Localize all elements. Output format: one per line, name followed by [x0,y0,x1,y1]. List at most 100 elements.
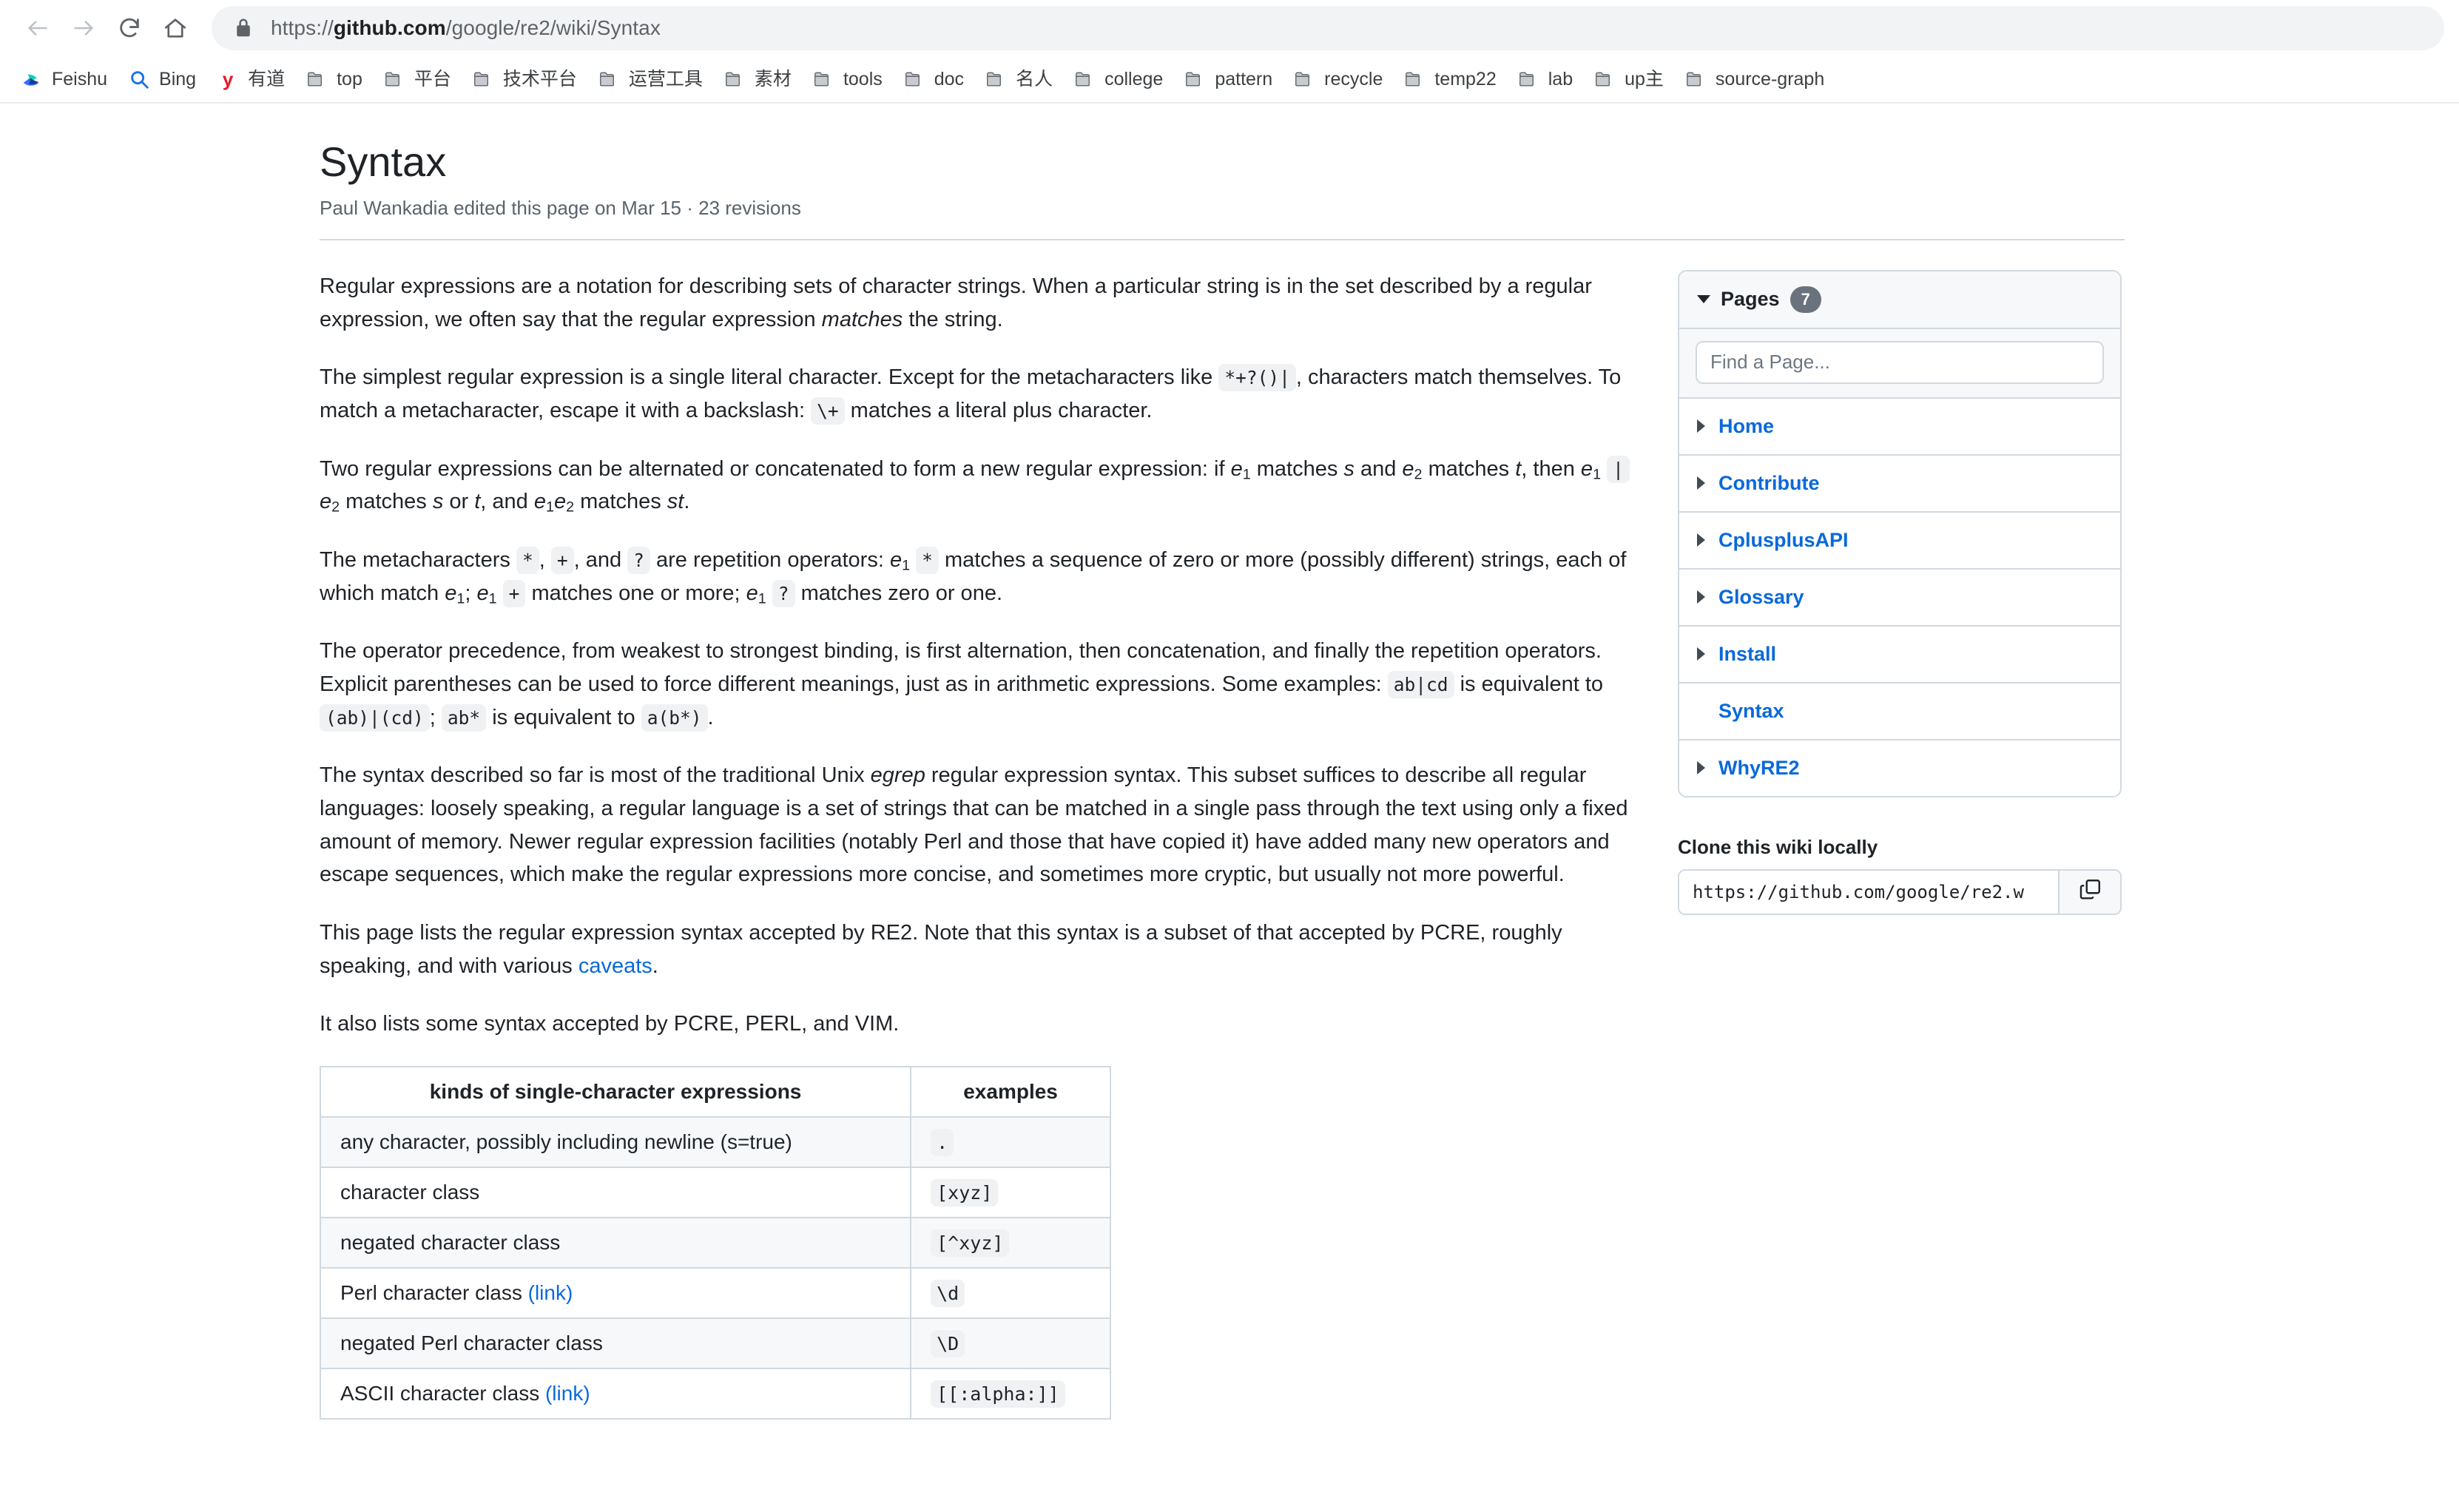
url-text: https://github.com/google/re2/wiki/Synta… [271,16,661,40]
bookmark-source-graph[interactable]: source-graph [1674,64,1835,95]
perl-class-link[interactable]: (link) [528,1281,573,1304]
bookmark-mingren[interactable]: 名人 [974,64,1063,95]
bookmark-recycle[interactable]: recycle [1283,64,1393,95]
address-bar[interactable]: https://github.com/google/re2/wiki/Synta… [212,6,2444,50]
cell-kind: negated character class [319,1216,912,1269]
chevron-right-icon[interactable] [1697,476,1705,490]
ascii-class-link[interactable]: (link) [545,1382,590,1405]
folder-icon [1073,68,1096,90]
back-button[interactable] [15,5,61,51]
p5-text-e: . [707,705,714,729]
sidebar-page-syntax[interactable]: Syntax [1679,683,2120,740]
page-link-label[interactable]: Contribute [1718,472,1819,495]
find-a-page-input[interactable] [1696,340,2104,384]
code-abcd: ab|cd [1387,671,1454,699]
chevron-right-icon[interactable] [1697,647,1705,661]
bookmark-college[interactable]: college [1063,64,1173,95]
folder-icon [1517,68,1539,90]
p3-s: s [1343,456,1355,481]
folder-icon [1593,68,1616,90]
reload-button[interactable] [107,5,152,51]
p3-sub2: 2 [1414,465,1423,482]
bookmark-yunyinggongju[interactable]: 运营工具 [587,64,713,95]
chevron-right-icon[interactable] [1697,590,1705,604]
svg-text:y: y [223,68,234,90]
bookmark-label: Bing [159,68,197,90]
sidebar-page-cplusplusapi[interactable]: CplusplusAPI [1679,512,2120,570]
paragraph-8: It also lists some syntax accepted by PC… [320,1012,900,1036]
page-link-label[interactable]: Install [1718,643,1776,666]
forward-button[interactable] [61,5,107,51]
bookmark-label: doc [934,68,965,90]
kind-text: any character, possibly including newlin… [340,1130,792,1153]
sidebar-page-home[interactable]: Home [1679,398,2120,456]
clone-url-input[interactable] [1679,870,2058,914]
p3-text-d: matches [1422,456,1516,481]
code-abstar: ab* [441,703,487,732]
code-plus: + [550,547,574,574]
bookmark-temp22[interactable]: temp22 [1393,64,1506,95]
pages-panel-header[interactable]: Pages 7 [1679,271,2120,329]
chevron-down-icon[interactable] [1697,295,1710,304]
chevron-right-icon[interactable] [1697,533,1705,547]
cell-example: . [910,1116,1111,1168]
p7-text-a: This page lists the regular expression s… [320,920,1562,978]
kind-text: negated Perl character class [340,1331,603,1354]
bookmark-label: Feishu [52,68,108,90]
bookmark-bing[interactable]: Bing [118,64,206,95]
code-star-2: * [916,547,939,574]
chevron-right-icon[interactable] [1697,761,1705,774]
bookmark-doc[interactable]: doc [893,64,974,95]
chevron-right-icon[interactable] [1697,419,1705,433]
page-link-label[interactable]: Glossary [1718,586,1804,609]
p3-s2: s [432,490,444,514]
clone-section-title: Clone this wiki locally [1678,835,1878,858]
page-link-label[interactable]: Syntax [1718,700,1784,723]
p3-text-g: or [443,490,475,514]
sidebar-page-install[interactable]: Install [1679,626,2120,684]
folder-icon [383,68,405,90]
folder-icon [985,68,1007,90]
bookmark-jishupingtai[interactable]: 技术平台 [462,64,587,95]
sidebar-page-glossary[interactable]: Glossary [1679,569,2120,627]
p3-text-i: matches [574,490,667,514]
page-link-label[interactable]: CplusplusAPI [1718,529,1849,552]
wiki-header: Syntax Paul Wankadia edited this page on… [320,114,2139,240]
home-icon [163,16,188,41]
p2-text-c: matches a literal plus character. [844,398,1153,422]
cell-kind: Perl character class (link) [319,1266,912,1319]
page-link-label[interactable]: Home [1718,415,1774,438]
page-content: Syntax Paul Wankadia edited this page on… [319,104,2139,1420]
bookmark-lab[interactable]: lab [1507,64,1583,95]
bookmark-top[interactable]: top [295,64,373,95]
back-arrow-icon [25,16,50,41]
table-header-row: kinds of single-character expressions ex… [319,1065,1111,1118]
sidebar-page-contribute[interactable]: Contribute [1679,455,2120,513]
copy-to-clipboard-button[interactable] [2058,870,2120,914]
p4-text-a: The metacharacters [320,548,516,572]
browser-chrome: https://github.com/google/re2/wiki/Synta… [0,0,2459,104]
bookmark-pattern[interactable]: pattern [1173,64,1283,95]
bookmark-label: college [1104,68,1164,90]
bookmark-label: up主 [1625,68,1664,90]
home-button[interactable] [152,5,198,51]
cell-example: \D [910,1317,1111,1369]
cell-example: [^xyz] [910,1216,1111,1269]
cell-kind: negated Perl character class [319,1317,912,1369]
p4-sub1c: 1 [488,590,497,607]
bookmark-feishu[interactable]: Feishu [10,64,118,95]
page-link-label[interactable]: WhyRE2 [1718,757,1800,780]
bookmark-upzhu[interactable]: up主 [1583,64,1674,95]
caveats-link[interactable]: caveats [579,954,652,978]
bookmark-pingtai[interactable]: 平台 [373,64,462,95]
sidebar-page-whyre2[interactable]: WhyRE2 [1679,740,2120,796]
p1-emphasis: matches [821,307,903,331]
bookmark-sucai[interactable]: 素材 [713,64,802,95]
bookmark-label: pattern [1215,68,1273,90]
bookmark-label: 平台 [414,68,451,90]
example-code: [^xyz] [931,1229,1010,1257]
page-title: Syntax [320,138,447,185]
bookmark-youdao[interactable]: y 有道 [206,64,295,95]
cell-kind: ASCII character class (link) [319,1367,912,1420]
bookmark-tools[interactable]: tools [802,64,893,95]
